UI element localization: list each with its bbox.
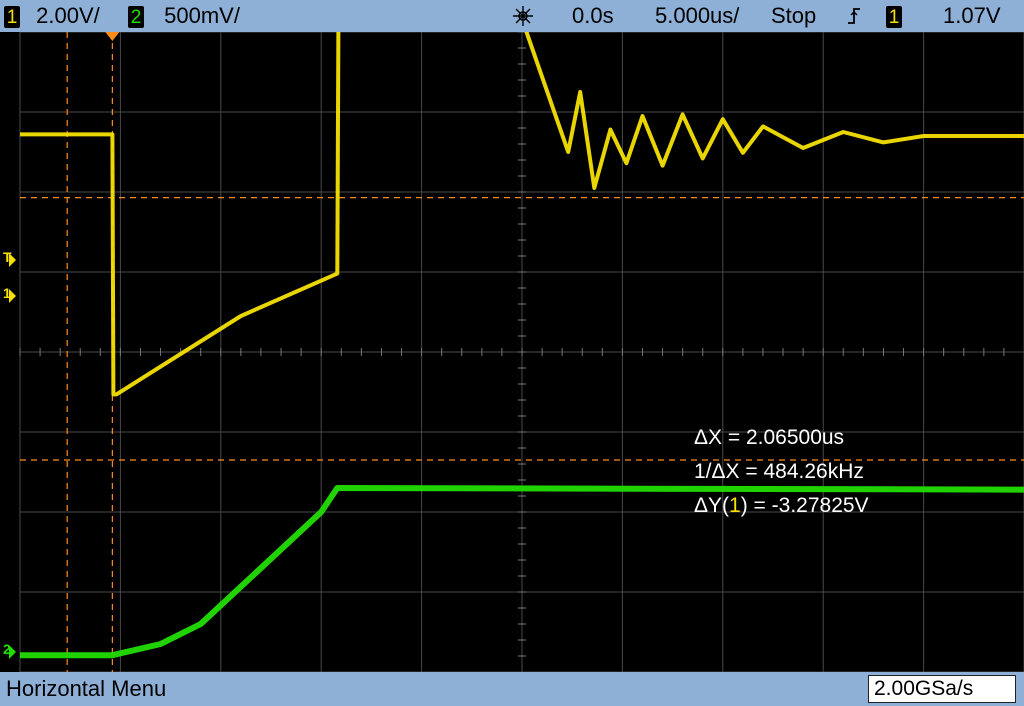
ch1-scale-indicator[interactable]: 1 2.00V/ [4,2,100,30]
delta-y-prefix: ΔY( [694,494,730,517]
time-scale[interactable]: 5.000us/ [655,2,739,30]
inv-delta-x-readout: 1/ΔX = 484.26kHz [694,460,864,483]
graticule [19,32,1024,672]
status-bar: 1 2.00V/ 2 500mV/ 0.0s 5.000us/ Stop 1 1… [0,0,1024,32]
delta-y-channel: 1 [729,494,741,517]
ch2-ground-marker: 2 [3,641,16,659]
acquisition-mode-icon [510,4,536,32]
trigger-source[interactable]: 1 [886,2,902,30]
trigger-position-marker [105,32,120,41]
sample-rate-display[interactable]: 2.00GSa/s [868,675,1016,703]
delta-y-suffix: ) = -3.27825V [740,494,869,517]
trigger-level-marker-label: T [3,249,12,265]
horizontal-menu-label[interactable]: Horizontal Menu [6,675,166,703]
ch2-ground-marker-label: 2 [3,641,11,657]
delta-x-readout: ΔX = 2.06500us [694,426,845,449]
trigger-level-marker: T [3,249,16,267]
ch2-scale-indicator[interactable]: 2 500mV/ [128,2,240,30]
ch1-badge: 1 [4,6,20,29]
ch2-scale: 500mV/ [164,3,240,28]
rising-edge-trigger-icon [846,5,862,33]
waveform-plot: T 1 2 [3,32,1024,672]
waveform-display[interactable]: T12 ΔX = 2.06500us 1/ΔX = 484.26kHz ΔY(1… [0,32,1024,672]
run-state[interactable]: Stop [771,2,816,30]
ch1-ground-marker: 1 [3,285,16,303]
ch1-ground-marker-label: 1 [3,285,11,301]
time-delay[interactable]: 0.0s [572,2,614,30]
trigger-source-badge: 1 [886,6,902,29]
ch2-badge: 2 [128,6,144,29]
delta-y-readout: ΔY(1) = -3.27825V [694,494,869,518]
softkey-bar: Horizontal Menu 2.00GSa/s [0,672,1024,706]
ch1-scale: 2.00V/ [36,3,100,28]
trigger-level[interactable]: 1.07V [943,2,1001,30]
